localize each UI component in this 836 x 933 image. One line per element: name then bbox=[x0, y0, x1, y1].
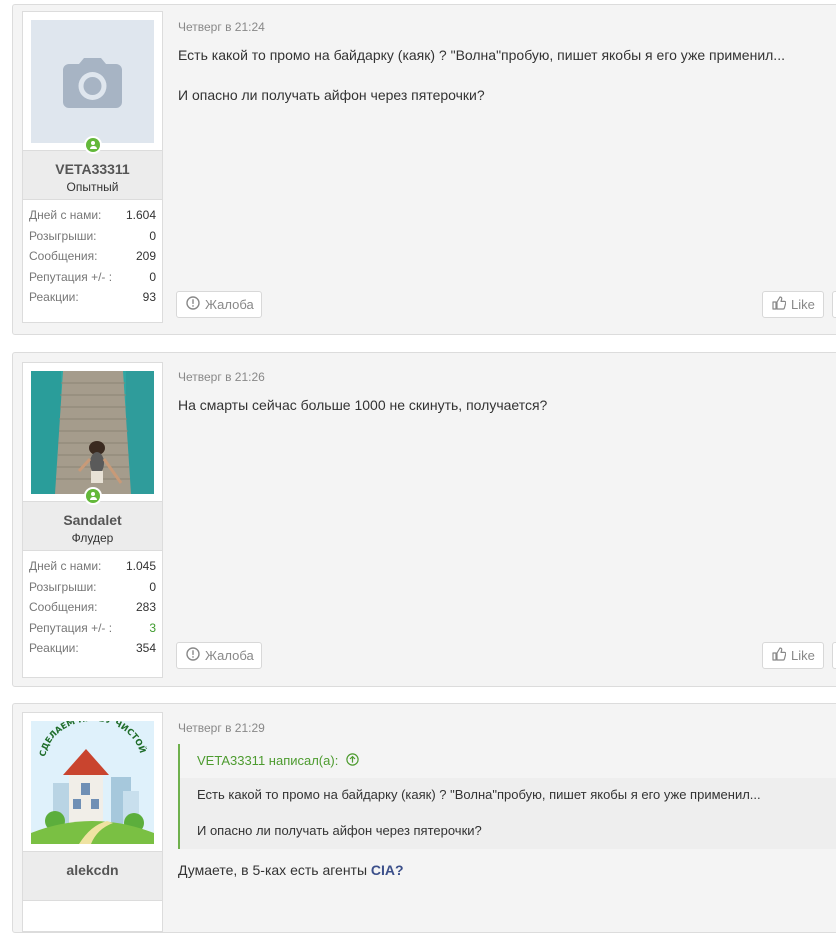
user-stats: Дней с нами: 1.045 Розыгрыши: 0 Сообщения:… bbox=[23, 551, 162, 663]
quote-block: VETA33311 написал(а): Есть какой то пром… bbox=[178, 744, 836, 849]
like-button[interactable]: Like bbox=[762, 291, 824, 318]
avatar[interactable] bbox=[31, 371, 154, 494]
user-card: VETA33311 Опытный Дней с нами: 1.604 Розы… bbox=[22, 11, 163, 323]
post: VETA33311 Опытный Дней с нами: 1.604 Розы… bbox=[12, 4, 836, 335]
username[interactable]: alekcdn bbox=[23, 862, 162, 879]
stat-reputation: Репутация +/- :0 bbox=[29, 269, 156, 284]
stat-days: Дней с нами: 1.045 bbox=[29, 559, 156, 573]
quote-line: Есть какой то промо на байдарку (каяк) ?… bbox=[197, 787, 761, 802]
post-date[interactable]: Четверг в 21:26 bbox=[178, 370, 265, 384]
post-date[interactable]: Четверг в 21:29 bbox=[178, 721, 265, 735]
stat-giveaways: Розыгрыши: 0 bbox=[29, 228, 156, 243]
avatar[interactable] bbox=[31, 20, 154, 143]
post-text-line: И опасно ли получать айфон через пятероч… bbox=[178, 87, 485, 103]
quote-author[interactable]: VETA33311 написал(а): bbox=[197, 753, 338, 768]
avatar-slogan: СДЕЛАЕМ НАРВУ ЧИСТОЙ bbox=[38, 721, 149, 758]
stat-reactions: Реакции: 93 bbox=[29, 290, 156, 304]
post-text-line: На смарты сейчас больше 1000 не скинуть,… bbox=[178, 397, 548, 413]
post-date[interactable]: Четверг в 21:24 bbox=[178, 20, 265, 34]
online-user-icon bbox=[84, 136, 102, 154]
quote-line: И опасно ли получать айфон через пятероч… bbox=[197, 823, 482, 838]
report-label: Жалоба bbox=[205, 297, 254, 312]
avatar-logo: СДЕЛАЕМ НАРВУ ЧИСТОЙ bbox=[31, 721, 154, 844]
stat-messages: Сообщения: 283 bbox=[29, 600, 156, 614]
stat-messages: Сообщения: 209 bbox=[29, 249, 156, 263]
thumbs-up-icon bbox=[772, 296, 787, 313]
post-body: Думаете, в 5-ках есть агенты CIA? bbox=[178, 860, 827, 880]
online-user-icon bbox=[84, 487, 102, 505]
report-icon bbox=[186, 296, 200, 313]
quote-header[interactable]: VETA33311 написал(а): bbox=[180, 744, 836, 778]
quote-body: Есть какой то промо на байдарку (каяк) ?… bbox=[180, 778, 836, 849]
post-text-line: Есть какой то промо на байдарку (каяк) ?… bbox=[178, 47, 785, 63]
report-icon bbox=[186, 647, 200, 664]
more-button[interactable] bbox=[832, 291, 836, 318]
stat-reputation: Репутация +/- :3 bbox=[29, 620, 156, 635]
user-title: Опытный bbox=[66, 180, 119, 194]
stat-days: Дней с нами: 1.604 bbox=[29, 208, 156, 222]
more-button[interactable] bbox=[832, 642, 836, 669]
avatar[interactable]: СДЕЛАЕМ НАРВУ ЧИСТОЙ bbox=[31, 721, 154, 844]
thumbs-up-icon bbox=[772, 647, 787, 664]
report-label: Жалоба bbox=[205, 648, 254, 663]
like-label: Like bbox=[791, 648, 815, 663]
post-text: Думаете, в 5-ках есть агенты bbox=[178, 862, 371, 878]
stat-giveaways: Розыгрыши: 0 bbox=[29, 579, 156, 594]
like-label: Like bbox=[791, 297, 815, 312]
post: СДЕЛАЕМ НАРВУ ЧИСТОЙ alekcdn bbox=[12, 703, 836, 933]
username[interactable]: VETA33311 bbox=[23, 161, 162, 178]
cia-highlight: CIA? bbox=[370, 862, 404, 878]
post-body: На смарты сейчас больше 1000 не скинуть,… bbox=[178, 395, 827, 415]
post: Sandalet Флудер Дней с нами: 1.045 Розыгр… bbox=[12, 352, 836, 687]
user-title: Флудер bbox=[71, 531, 114, 545]
user-stats: Дней с нами: 1.604 Розыгрыши: 0 Сообщения:… bbox=[23, 200, 162, 312]
avatar-photo bbox=[31, 371, 154, 494]
report-button[interactable]: Жалоба bbox=[176, 291, 262, 318]
post-body: Есть какой то промо на байдарку (каяк) ?… bbox=[178, 45, 827, 105]
camera-icon bbox=[63, 58, 122, 108]
post-text-line: Думаете, в 5-ках есть агенты CIA? bbox=[178, 860, 827, 880]
user-card: Sandalet Флудер Дней с нами: 1.045 Розыгр… bbox=[22, 362, 163, 678]
arrow-up-icon[interactable] bbox=[346, 745, 359, 779]
report-button[interactable]: Жалоба bbox=[176, 642, 262, 669]
user-card: СДЕЛАЕМ НАРВУ ЧИСТОЙ alekcdn bbox=[22, 712, 163, 932]
stat-reactions: Реакции: 354 bbox=[29, 641, 156, 655]
like-button[interactable]: Like bbox=[762, 642, 824, 669]
username[interactable]: Sandalet bbox=[23, 512, 162, 529]
